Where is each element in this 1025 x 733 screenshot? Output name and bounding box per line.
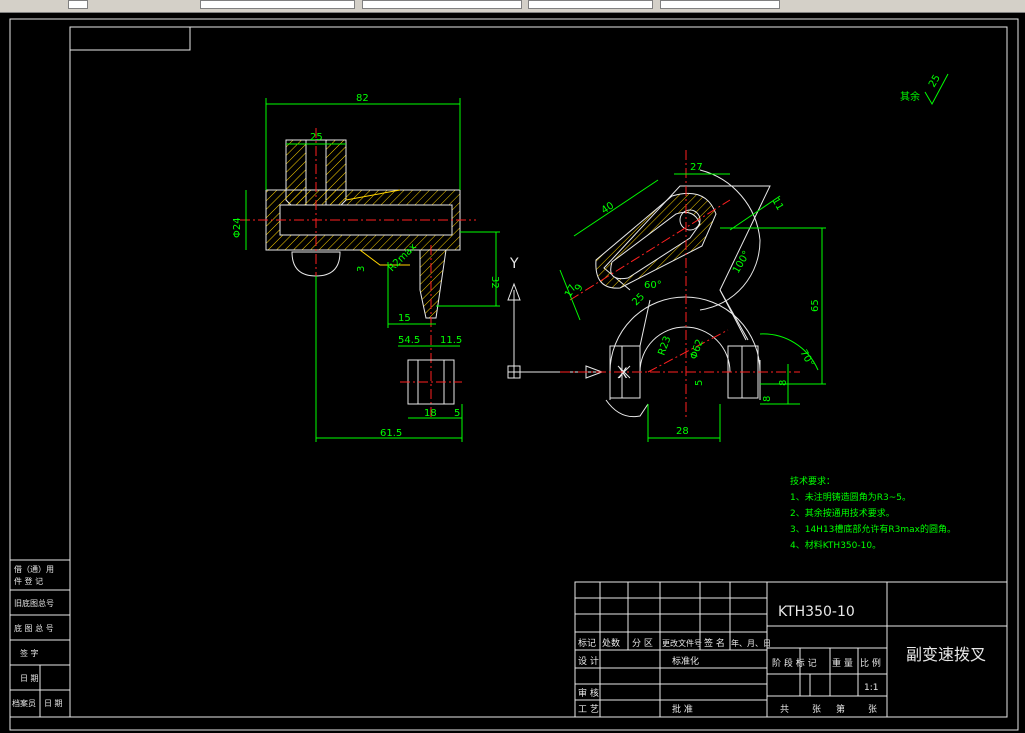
part-name: 副变速拨叉 xyxy=(906,645,986,664)
material-code: KTH350-10 xyxy=(778,604,855,620)
arm-section xyxy=(419,249,447,319)
dim-25: 25 xyxy=(310,132,323,143)
sheets-total: 共 xyxy=(780,704,789,715)
sheet-unit: 张 xyxy=(868,704,877,715)
corner-code-box xyxy=(69,26,191,51)
stage-mark: 阶 段 标 记 xyxy=(772,657,817,669)
side-label: 日 期 xyxy=(44,699,63,708)
side-label: 档案员 xyxy=(12,698,36,708)
side-label: 借（通）用 xyxy=(14,564,54,574)
dim-r23: R23 xyxy=(656,335,673,357)
dim-115: 11.5 xyxy=(440,335,462,346)
hdr-count: 处数 xyxy=(602,637,620,649)
tech-item: 4、材料KTH350-10。 xyxy=(790,539,881,551)
dim-8b: 8 xyxy=(762,396,773,402)
dim-18: 18 xyxy=(424,408,437,419)
dim-3: 3 xyxy=(356,266,367,272)
dim-5: 5 xyxy=(454,408,460,419)
dim-65: 65 xyxy=(810,299,821,312)
dim-25r: 25 xyxy=(630,291,647,308)
angle-70: 70° xyxy=(797,348,815,369)
dim-5r: 5 xyxy=(694,380,705,386)
dim-28: 28 xyxy=(676,426,689,437)
hdr-doc: 更改文件号 xyxy=(662,638,702,648)
dim-82: 82 xyxy=(356,93,369,104)
ucs-y-label: Y xyxy=(509,256,519,272)
side-label: 件 登 记 xyxy=(14,576,43,586)
hdr-mark: 标记 xyxy=(578,637,596,649)
dim-11: 11 xyxy=(769,196,785,213)
row-design: 设 计 xyxy=(578,655,599,667)
hdr-sign: 签 名 xyxy=(704,637,725,649)
dim-phi62: Φ62 xyxy=(688,338,705,361)
cad-drawing-canvas[interactable]: 其余 25 82 25 Φ24 32 3 R2max 15 54.5 11.5 … xyxy=(0,12,1025,733)
row-approve: 批 准 xyxy=(672,703,693,715)
title-block: KTH350-10 副变速拨叉 1:1 标记 处数 分 区 更改文件号 签 名 … xyxy=(574,581,1008,718)
sheets-unit: 张 xyxy=(812,704,821,715)
left-section-view: 82 25 Φ24 32 3 R2max 15 54.5 11.5 18 5 6… xyxy=(232,93,500,442)
side-label: 底 图 总 号 xyxy=(14,623,54,633)
scale-value: 1:1 xyxy=(864,683,878,693)
row-standard: 标准化 xyxy=(672,655,699,667)
dim-615: 61.5 xyxy=(380,428,402,439)
row-process: 工 艺 xyxy=(578,704,599,715)
tech-item: 3、14H13槽底部允许有R3max的圆角。 xyxy=(790,523,956,535)
toolbar-field[interactable] xyxy=(660,0,780,9)
roughness-label: 其余 xyxy=(900,90,920,103)
weight-label: 重 量 xyxy=(832,657,853,669)
dim-54: 54.5 xyxy=(398,335,420,346)
toolbar-field[interactable] xyxy=(362,0,522,9)
dim-27: 27 xyxy=(690,162,703,173)
ratio-label: 比 例 xyxy=(860,657,881,669)
dim-phi24: Φ24 xyxy=(232,217,243,238)
dim-8a: 8 xyxy=(778,380,789,386)
right-view: 40 27 11 17 9 25 60° 100° R23 Φ62 5 65 7… xyxy=(559,150,826,442)
hdr-date: 年、月、日 xyxy=(731,638,771,648)
hdr-zone: 分 区 xyxy=(632,638,653,649)
roughness-symbol: 其余 25 xyxy=(900,73,949,106)
side-label: 旧底图总号 xyxy=(14,598,54,608)
sheet-no: 第 xyxy=(836,703,845,715)
side-label: 日 期 xyxy=(20,674,39,683)
angle-60: 60° xyxy=(644,280,662,291)
toolbar-field[interactable] xyxy=(528,0,653,9)
dim-32: 32 xyxy=(489,276,500,289)
side-registration-block: 借（通）用 件 登 记 旧底图总号 底 图 总 号 签 字 日 期 档案员 日 … xyxy=(9,559,71,718)
toolbar-field[interactable] xyxy=(200,0,355,9)
left-dimensions: 82 25 Φ24 32 3 R2max 15 54.5 11.5 18 5 6… xyxy=(232,93,500,442)
side-label: 签 字 xyxy=(20,648,39,658)
tech-item: 2、其余按通用技术要求。 xyxy=(790,507,895,519)
tech-title: 技术要求： xyxy=(790,475,835,487)
toolbar-field[interactable] xyxy=(68,0,88,9)
tech-item: 1、未注明铸造圆角为R3~5。 xyxy=(790,491,911,503)
row-check: 审 核 xyxy=(578,687,599,699)
technical-requirements: 技术要求： 1、未注明铸造圆角为R3~5。 2、其余按通用技术要求。 3、14H… xyxy=(790,475,956,551)
dim-40: 40 xyxy=(600,200,617,216)
angle-100: 100° xyxy=(731,249,753,275)
dim-15: 15 xyxy=(398,313,411,324)
